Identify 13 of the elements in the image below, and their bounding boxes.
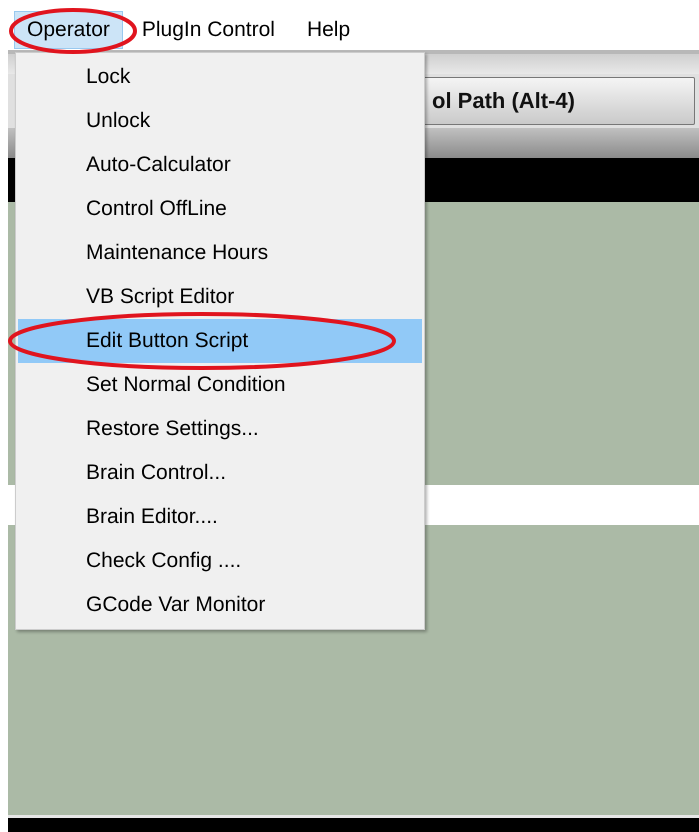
menu-item[interactable]: VB Script Editor [18, 275, 422, 319]
menu-item[interactable]: Set Normal Condition [18, 363, 422, 407]
menu-item[interactable]: Control OffLine [18, 187, 422, 231]
menu-item[interactable]: Brain Editor.... [18, 495, 422, 539]
menu-item[interactable]: Help [294, 11, 364, 49]
menu-item[interactable]: Edit Button Script [18, 319, 422, 363]
menu-item[interactable]: Check Config .... [18, 539, 422, 583]
menu-item[interactable]: Maintenance Hours [18, 231, 422, 275]
menu-item[interactable]: Brain Control... [18, 451, 422, 495]
menu-item[interactable]: PlugIn Control [128, 11, 288, 49]
menu-item[interactable]: GCode Var Monitor [18, 583, 422, 627]
menu-item[interactable]: Auto-Calculator [18, 143, 422, 187]
menu-item[interactable]: Restore Settings... [18, 407, 422, 451]
